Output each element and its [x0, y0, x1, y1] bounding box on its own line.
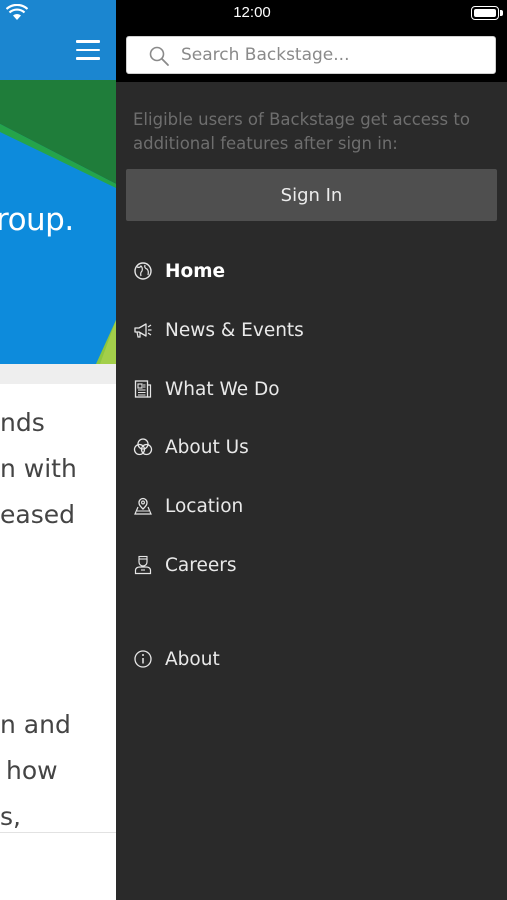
nav-item-news-events[interactable]: News & Events: [133, 315, 493, 345]
nav-item-label: Location: [165, 495, 244, 517]
hamburger-menu-icon[interactable]: [76, 40, 102, 62]
search-icon: [149, 46, 169, 66]
status-time: 12:00: [233, 4, 271, 21]
background-header: [0, 0, 116, 80]
nav-item-label: About: [165, 648, 220, 670]
body-line: n and: [0, 710, 71, 739]
nav-item-label: Home: [165, 260, 226, 282]
divider-strip: [0, 364, 116, 384]
body-line: how: [6, 756, 58, 785]
hero-text: roup.: [0, 202, 74, 238]
nav-item-label: Careers: [165, 554, 237, 576]
map-pin-icon: [133, 496, 153, 516]
battery-icon: [471, 6, 503, 20]
status-bar: 12:00: [116, 0, 507, 28]
navigation-drawer: 12:00 Eligible users of Backstage get ac…: [116, 0, 507, 900]
nav-item-home[interactable]: Home: [133, 256, 493, 286]
circles-icon: [133, 437, 153, 457]
nav-item-careers[interactable]: Careers: [133, 550, 493, 580]
sign-in-notice: Eligible users of Backstage get access t…: [133, 110, 470, 153]
hero-banner: roup.: [0, 80, 116, 364]
info-icon: [133, 649, 153, 669]
nav-item-what-we-do[interactable]: What We Do: [133, 374, 493, 404]
nav-item-label: News & Events: [165, 319, 304, 341]
nav-item-about-us[interactable]: About Us: [133, 432, 493, 462]
search-box[interactable]: [126, 36, 496, 74]
background-page: roup. nds n with eased n and how s,: [0, 0, 116, 900]
nav-item-label: What We Do: [165, 378, 280, 400]
nav-item-label: About Us: [165, 436, 249, 458]
document-icon: [133, 379, 153, 399]
body-line: eased: [0, 500, 75, 529]
search-bar: [116, 28, 507, 82]
body-line: nds: [0, 408, 45, 437]
person-icon: [133, 555, 153, 575]
body-line: s,: [0, 802, 21, 831]
sign-in-button[interactable]: Sign In: [126, 169, 497, 221]
nav-item-about[interactable]: About: [133, 644, 493, 674]
globe-icon: [133, 261, 153, 281]
body-line: n with: [0, 454, 77, 483]
search-input[interactable]: [181, 37, 487, 73]
nav-item-location[interactable]: Location: [133, 491, 493, 521]
footer-divider: [0, 832, 116, 833]
megaphone-icon: [133, 320, 153, 340]
wifi-icon: [6, 4, 28, 20]
